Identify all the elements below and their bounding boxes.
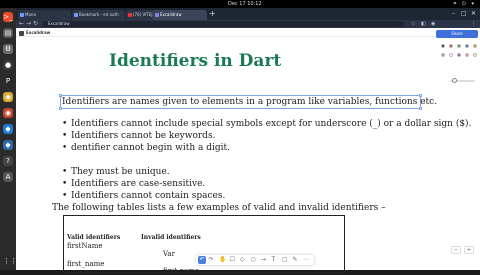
toolbar-tool-icon[interactable]: ✋ [219, 256, 226, 264]
share-button[interactable]: Share [436, 30, 478, 38]
dock: >_ ▤ ⚙ ● P ◉ ◉ ◆ ◆? A ⋮⋮ [0, 8, 17, 270]
app-grid-icon[interactable]: ⋮⋮ [3, 256, 17, 266]
minimize-icon[interactable]: – [452, 10, 455, 17]
intro-text[interactable]: Identifiers are names given to elements … [62, 97, 437, 108]
tab-favicon-icon [74, 13, 78, 17]
color-swatch[interactable] [473, 44, 477, 48]
tab-label: Bookmark - ed auth [79, 12, 119, 17]
rule-item[interactable]: They must be unique. [62, 167, 170, 178]
app-icon-p[interactable]: P [3, 76, 13, 86]
rule-item[interactable]: Identifiers cannot be keywords. [62, 131, 215, 142]
table-cell: first_name [67, 260, 105, 268]
tab-strip: Mana Bookmark - ed auth (76) VITEJ Rajpu… [16, 8, 480, 20]
maximize-icon[interactable]: □ [461, 10, 467, 17]
table-cell: firstName [67, 242, 103, 250]
system-tray[interactable]: ⌗ ⏻ ▾ [454, 1, 476, 7]
app-name: Excalidraw [26, 30, 51, 35]
rule-item[interactable]: Identifiers are case-sensitive. [62, 179, 205, 190]
zoom-out-button[interactable]: − [451, 246, 461, 254]
color-swatch[interactable] [457, 53, 461, 57]
system-clock[interactable]: Dec 17 10:12 [228, 1, 262, 7]
rule-item[interactable]: Identifiers cannot contain spaces. [62, 191, 225, 202]
settings-icon[interactable]: ⚙ [3, 44, 13, 54]
back-icon[interactable]: ← [19, 20, 24, 28]
chrome-icon[interactable]: ◉ [3, 92, 13, 102]
rule-item[interactable]: dentifier cannot begin with a digit. [62, 143, 230, 154]
forward-icon[interactable]: → [26, 20, 31, 28]
color-swatch[interactable] [457, 44, 461, 48]
bookmark-star-icon[interactable]: ☆ [411, 20, 415, 28]
reload-icon[interactable]: ↻ [33, 20, 38, 28]
toolbar-tool-icon[interactable]: ◇ [240, 256, 245, 264]
page-title: Identifiers in Dart [109, 51, 282, 71]
toolbar-tool-icon[interactable]: ⋯ [303, 256, 309, 264]
tab-label: Excalidraw [160, 12, 182, 17]
tab-favicon-icon [155, 13, 159, 17]
app-toolbar: Excalidraw [16, 28, 480, 37]
obs-icon[interactable]: ● [3, 60, 13, 70]
properties-panel [437, 30, 480, 84]
rule-item[interactable]: Identifiers cannot include special symbo… [62, 119, 471, 130]
color-swatch[interactable] [441, 53, 445, 57]
browser-tab[interactable]: Bookmark - ed auth [72, 10, 125, 20]
close-icon[interactable]: ✕ [471, 10, 476, 17]
app-brand[interactable]: Excalidraw [19, 29, 50, 36]
toolbar-tool-icon[interactable]: ↷ [209, 256, 214, 264]
table-intro[interactable]: The following tables lists a few example… [52, 203, 386, 214]
table-header-valid: Valid identifiers [67, 234, 121, 241]
table-cell: Var [163, 250, 175, 258]
toolbar-tool-icon[interactable]: ☐ [230, 256, 235, 264]
terminal-icon[interactable]: >_ [3, 12, 13, 22]
color-swatch[interactable] [465, 53, 469, 57]
extension-icon[interactable]: ◧ [421, 20, 426, 28]
color-swatch[interactable] [465, 44, 469, 48]
color-swatch[interactable] [449, 53, 453, 57]
toolbar-tool-icon[interactable]: → [261, 256, 266, 264]
color-swatch[interactable] [449, 44, 453, 48]
toolbar-tool-icon[interactable]: ✎ [293, 256, 298, 264]
system-top-bar: Dec 17 10:12 ⌗ ⏻ ▾ [0, 0, 480, 8]
toolbar-tool-icon[interactable]: ○ [251, 256, 256, 264]
url-input[interactable]: Excalidraw [42, 21, 404, 27]
browser-tab[interactable]: Mana [18, 10, 71, 20]
vscode-icon[interactable]: ◆ [3, 124, 13, 134]
opacity-slider[interactable] [450, 78, 475, 83]
app-icon-a[interactable]: A [3, 172, 13, 182]
floating-toolbar: ↶ ↷ ✋ ☐ ◇ ○ → T ▢ ✎ ⋯ [196, 255, 314, 265]
color-swatch[interactable] [441, 44, 445, 48]
tab-label: Mana [25, 12, 36, 17]
table-cell: first name [163, 267, 200, 275]
tab-favicon-icon [128, 13, 132, 17]
color-swatch[interactable] [473, 53, 477, 57]
address-bar-row: ← → ↻ Excalidraw ☆ ◧ ◉ ⋮ [16, 20, 480, 28]
profile-icon[interactable]: ◉ [431, 20, 435, 28]
app-logo-icon [19, 30, 24, 36]
browser-menu-icon[interactable]: ⋮ [471, 20, 476, 28]
app-icon-q[interactable]: ? [3, 156, 13, 166]
toolbar-tool-icon[interactable]: ▢ [282, 256, 288, 264]
tab-favicon-icon [20, 13, 24, 17]
slider-knob[interactable] [452, 78, 457, 83]
table-header-invalid: Invalid identifiers [141, 234, 201, 241]
vscode-alt-icon[interactable]: ◆ [3, 140, 13, 150]
drawing-canvas[interactable]: Identifiers in Dart Identifiers are name… [16, 37, 480, 275]
toolbar-tool-icon[interactable]: T [272, 256, 276, 264]
new-tab-icon[interactable]: + [209, 9, 216, 18]
zoom-in-button[interactable]: + [464, 246, 474, 254]
browser-window: Mana Bookmark - ed auth (76) VITEJ Rajpu… [16, 8, 480, 275]
files-icon[interactable]: ▤ [3, 28, 13, 38]
toolbar-tool-icon[interactable]: ↶ [198, 256, 206, 264]
chrome-dev-icon[interactable]: ◉ [3, 108, 13, 118]
browser-tab-active[interactable]: Excalidraw [153, 10, 207, 20]
